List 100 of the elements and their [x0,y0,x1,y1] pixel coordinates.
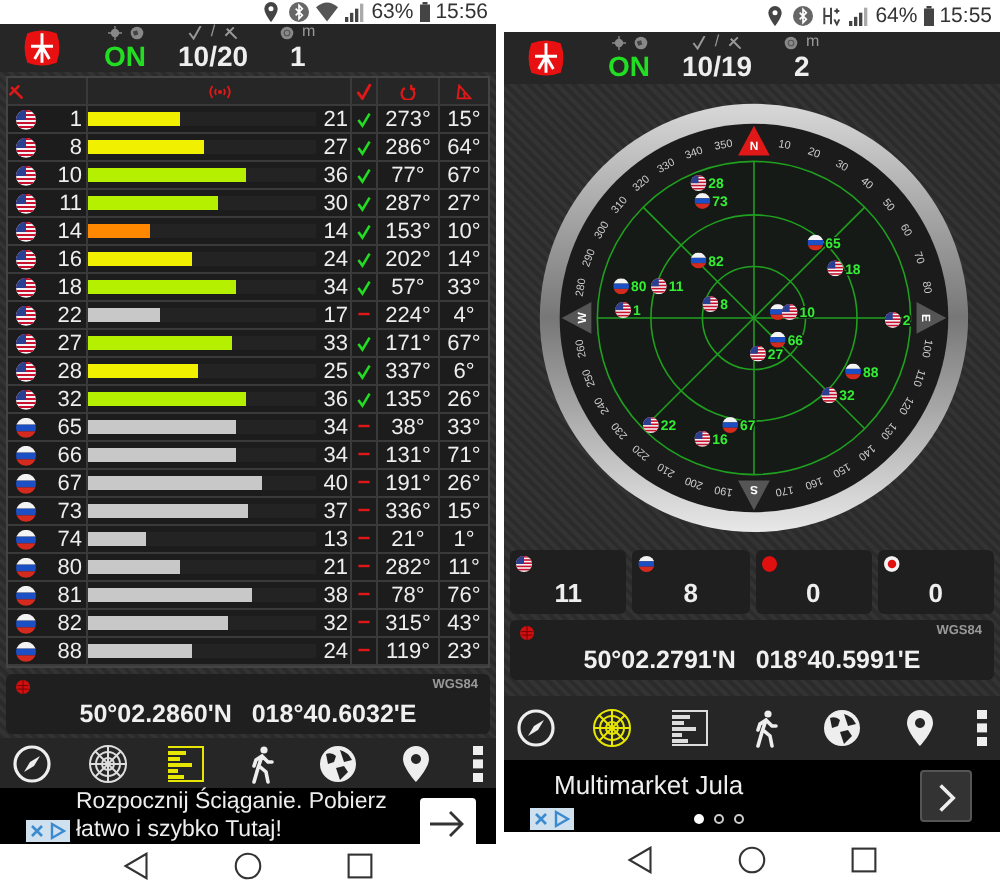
data-icon [819,6,842,26]
back-icon[interactable] [626,846,654,874]
fix-status: ON [104,40,146,73]
battery-level: 64% [875,4,918,28]
flag-icon [16,557,36,578]
recents-icon[interactable] [346,852,374,881]
battery-level: 63% [371,0,414,25]
logo-icon [20,26,64,71]
prn-number: 32 [57,387,82,412]
signal-icon [343,2,366,23]
snr-value: 25 [321,359,348,384]
location-icon [763,6,786,26]
azimuth-value: 273° [385,107,431,132]
flag-icon [16,137,36,158]
toolbar-button[interactable] [516,708,556,748]
elevation-value: 27° [447,191,481,216]
radar-icon [88,743,129,784]
toolbar-button[interactable] [88,743,129,784]
snr-value: 17 [321,303,348,328]
snr-value: 14 [321,219,348,244]
accuracy-value: 1 [289,40,306,73]
elevation-value: 15° [447,499,481,524]
azimuth-value: 315° [385,611,431,636]
snr-value: 38 [321,583,348,608]
flag-icon [638,556,655,572]
toolbar-button[interactable] [592,708,633,748]
check-icon [356,83,372,100]
azimuth-value: 286° [385,135,431,160]
elevation-value: 43° [447,611,481,636]
toolbar-button[interactable] [165,743,206,784]
flag-icon [807,234,824,251]
pager-dot[interactable] [734,814,744,824]
flag-icon [16,389,36,410]
snr-value: 40 [321,471,348,496]
elevation-icon [456,83,472,100]
elevation-value: 33° [447,415,481,440]
radar-icon [592,708,633,748]
pager-dot[interactable] [714,814,724,824]
battery-icon [419,2,430,23]
elevation-value: 33° [447,275,481,300]
snr-value: 27 [321,135,348,160]
accuracy-unit: m [302,24,316,41]
flag-icon [16,361,36,382]
check-icon [188,25,203,40]
flag-icon [845,363,862,380]
snr-value: 33 [321,331,348,356]
toolbar-button[interactable] [975,708,988,748]
home-icon[interactable] [234,852,262,881]
longitude: 018°40.6032'E [251,700,417,729]
home-icon[interactable] [738,846,766,874]
toolbar-button[interactable] [12,743,52,784]
prn-number: 18 [57,275,82,300]
snr-value: 13 [321,527,348,552]
prn-number: 11 [59,191,82,216]
satellite-icon [223,25,238,40]
ad-button[interactable] [920,770,972,822]
elevation-value: 76° [447,583,481,608]
flag-icon [516,556,532,572]
snr-value: 34 [321,275,348,300]
more-icon [975,708,988,748]
flag-icon [16,277,36,298]
elevation-value: 6° [453,359,475,384]
prn-number: 16 [57,247,82,272]
elevation-value: 10° [447,219,481,244]
flag-icon [16,221,36,242]
prn-number: 27 [57,331,82,356]
prn-number: 81 [57,583,82,608]
prn-number: 8 [69,135,82,160]
bar-chart-icon [165,743,206,784]
adchoices-icon[interactable] [26,820,70,843]
toolbar-button[interactable] [669,708,710,748]
satellites-count: 10/19 [682,50,753,82]
snr-value: 36 [321,387,348,412]
prn-number: 28 [57,359,82,384]
flag-icon [16,109,36,130]
snr-value: 34 [321,415,348,440]
slash: / [714,34,720,50]
disc-icon [280,25,295,40]
flag-icon [613,278,630,295]
flag-icon [16,249,36,270]
compass-icon [12,743,52,784]
recents-icon[interactable] [850,846,878,874]
disc-icon [784,35,799,49]
prn-number: 22 [57,303,82,328]
bluetooth-icon [791,6,814,26]
azimuth-value: 336° [385,499,431,524]
wifi-icon [315,2,338,23]
elevation-value: 23° [447,639,481,664]
azimuth-value: 119° [386,639,430,664]
azimuth-value: 171° [385,331,431,356]
prn-number: 67 [57,471,82,496]
crosshair-icon [107,25,121,40]
azimuth-value: 287° [385,191,431,216]
snr-value: 24 [321,639,348,664]
back-icon[interactable] [122,852,150,881]
toolbar-button[interactable] [471,743,484,784]
flag-icon [16,193,36,214]
azimuth-value: 78° [391,583,425,608]
compass-icon [516,708,556,748]
prn-number: 80 [57,555,82,580]
